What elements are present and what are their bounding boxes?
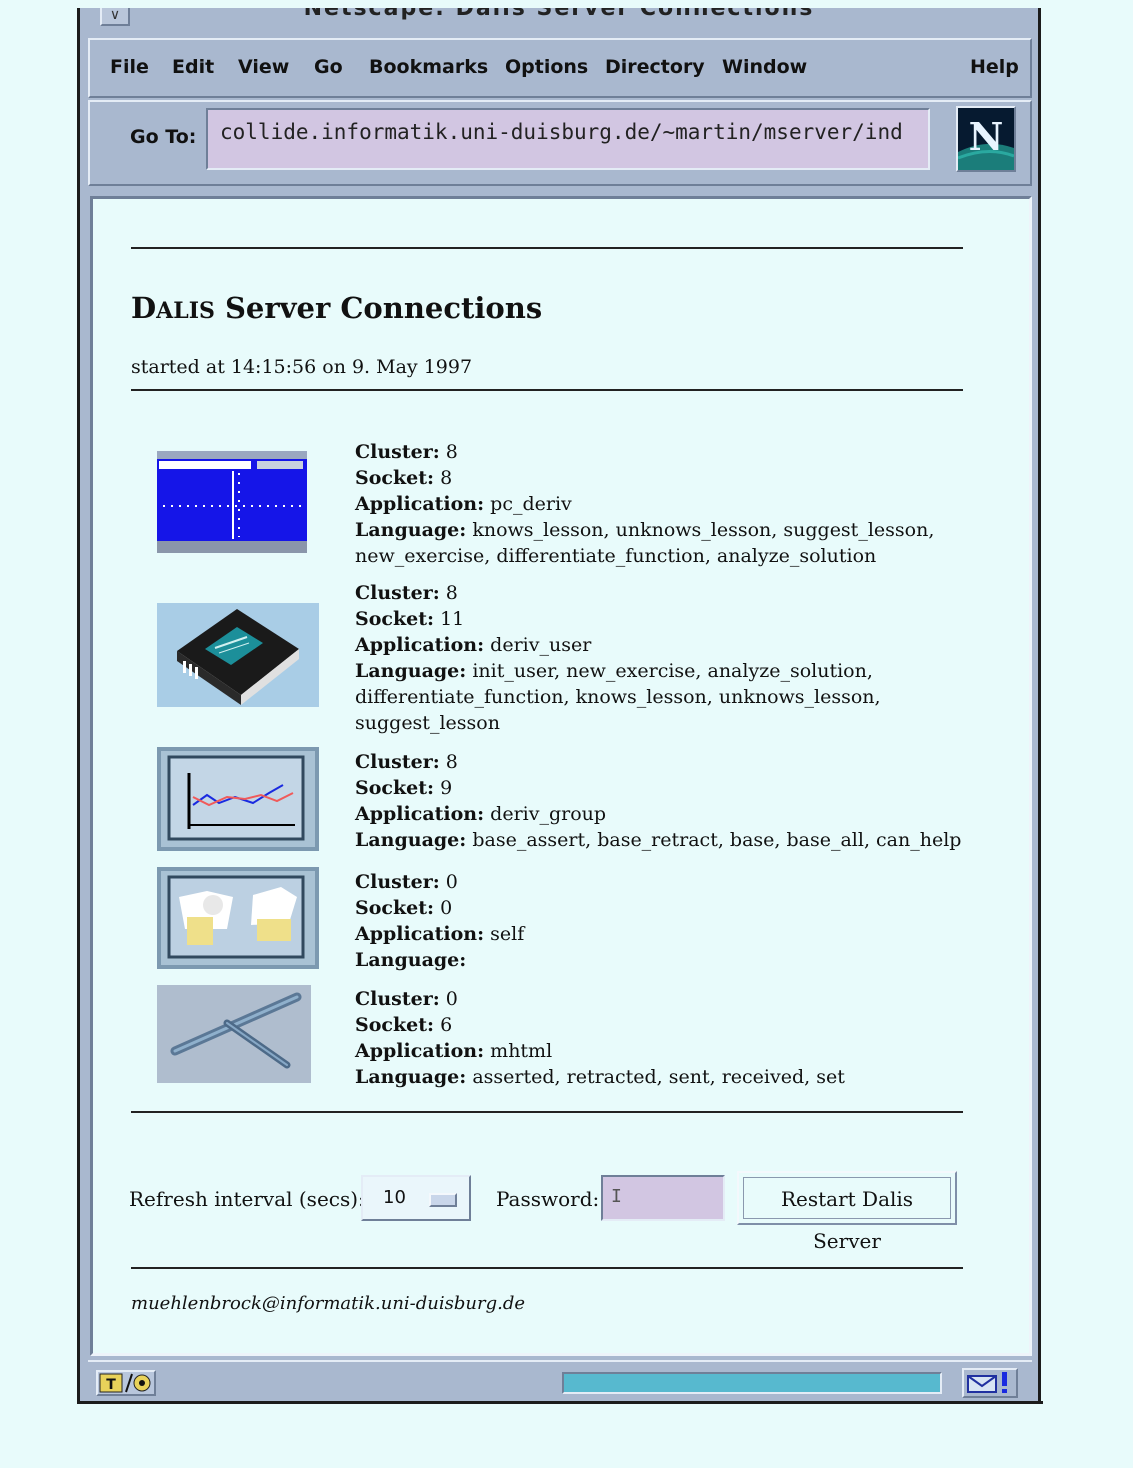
divider [131,1111,963,1113]
papers-icon [157,867,319,969]
refresh-interval-select[interactable]: 10 [361,1175,471,1221]
menu-bookmarks[interactable]: Bookmarks [369,56,488,78]
goto-label: Go To: [130,126,197,148]
menu-go[interactable]: Go [314,56,343,78]
option-menu-indicator-icon [429,1193,457,1207]
language-value: asserted, retracted, sent, received, set [472,1066,845,1088]
cluster-value: 8 [445,441,458,463]
application-value: deriv_group [490,803,607,825]
svg-text:N: N [969,114,1004,159]
menu-help[interactable]: Help [970,56,1019,78]
title-bar: ∨ Netscape: Dalis Server Connections [80,8,1038,32]
socket-value: 8 [440,467,453,489]
restart-button-label: Restart Dalis Server [743,1177,951,1253]
language-value: base_assert, base_retract, base, base_al… [472,829,962,851]
menu-edit[interactable]: Edit [172,56,214,78]
connection-entry: Cluster: 0 Socket: 0 Application: self L… [355,871,525,971]
refresh-interval-label: Refresh interval (secs): [129,1187,365,1211]
divider [131,247,963,249]
connection-entry: Cluster: 8 Socket: 11 Application: deriv… [355,582,881,734]
application-value: deriv_user [490,634,592,656]
menu-bar: File Edit View Go Bookmarks Options Dire… [88,38,1032,98]
line-chart-icon [157,747,319,851]
connection-entry: Cluster: 8 Socket: 9 Application: deriv_… [355,751,962,851]
application-value: mhtml [490,1040,553,1062]
cluster-value: 0 [445,988,458,1010]
socket-value: 9 [440,777,453,799]
browser-window: ∨ Netscape: Dalis Server Connections Fil… [77,8,1041,1402]
contact-email: muehlenbrock@informatik.uni-duisburg.de [131,1293,526,1314]
divider [131,1267,963,1269]
password-input[interactable]: I [601,1175,725,1221]
menu-directory[interactable]: Directory [605,56,705,78]
menu-file[interactable]: File [110,56,149,78]
socket-value: 0 [440,897,453,919]
restart-dalis-server-button[interactable]: Restart Dalis Server [737,1171,957,1253]
cluster-value: 0 [445,871,458,893]
started-timestamp: started at 14:15:56 on 9. May 1997 [131,356,473,378]
password-label: Password: [496,1187,600,1211]
page-content: DALIS Server Connections started at 14:1… [90,196,1032,1356]
location-toolbar: Go To: collide.informatik.uni-duisburg.d… [88,100,1032,186]
application-value: self [490,923,525,945]
plot-window-icon [157,451,307,553]
url-text: collide.informatik.uni-duisburg.de/~mart… [220,120,903,144]
window-bottom-edge [77,1388,1043,1404]
cluster-value: 8 [445,582,458,604]
menu-options[interactable]: Options [505,56,588,78]
window-title: Netscape: Dalis Server Connections [303,8,815,21]
text-cursor-icon: I [611,1186,622,1207]
divider [131,389,963,391]
menu-window[interactable]: Window [722,56,807,78]
page-title: DALIS Server Connections [131,291,543,325]
refresh-interval-value: 10 [383,1187,406,1208]
server-controls-form: Refresh interval (secs): 10 Password: I … [129,1169,989,1253]
netscape-logo-icon[interactable]: N [956,106,1016,172]
connection-entry: Cluster: 8 Socket: 8 Application: pc_der… [355,441,935,567]
menu-view[interactable]: View [238,56,289,78]
socket-value: 6 [440,1014,453,1036]
connection-entry: Cluster: 0 Socket: 6 Application: mhtml … [355,988,845,1088]
cluster-value: 8 [445,751,458,773]
pens-icon [157,985,311,1083]
url-input[interactable]: collide.informatik.uni-duisburg.de/~mart… [206,108,930,170]
book-icon [157,603,319,707]
socket-value: 11 [440,608,465,630]
application-value: pc_deriv [490,493,572,515]
